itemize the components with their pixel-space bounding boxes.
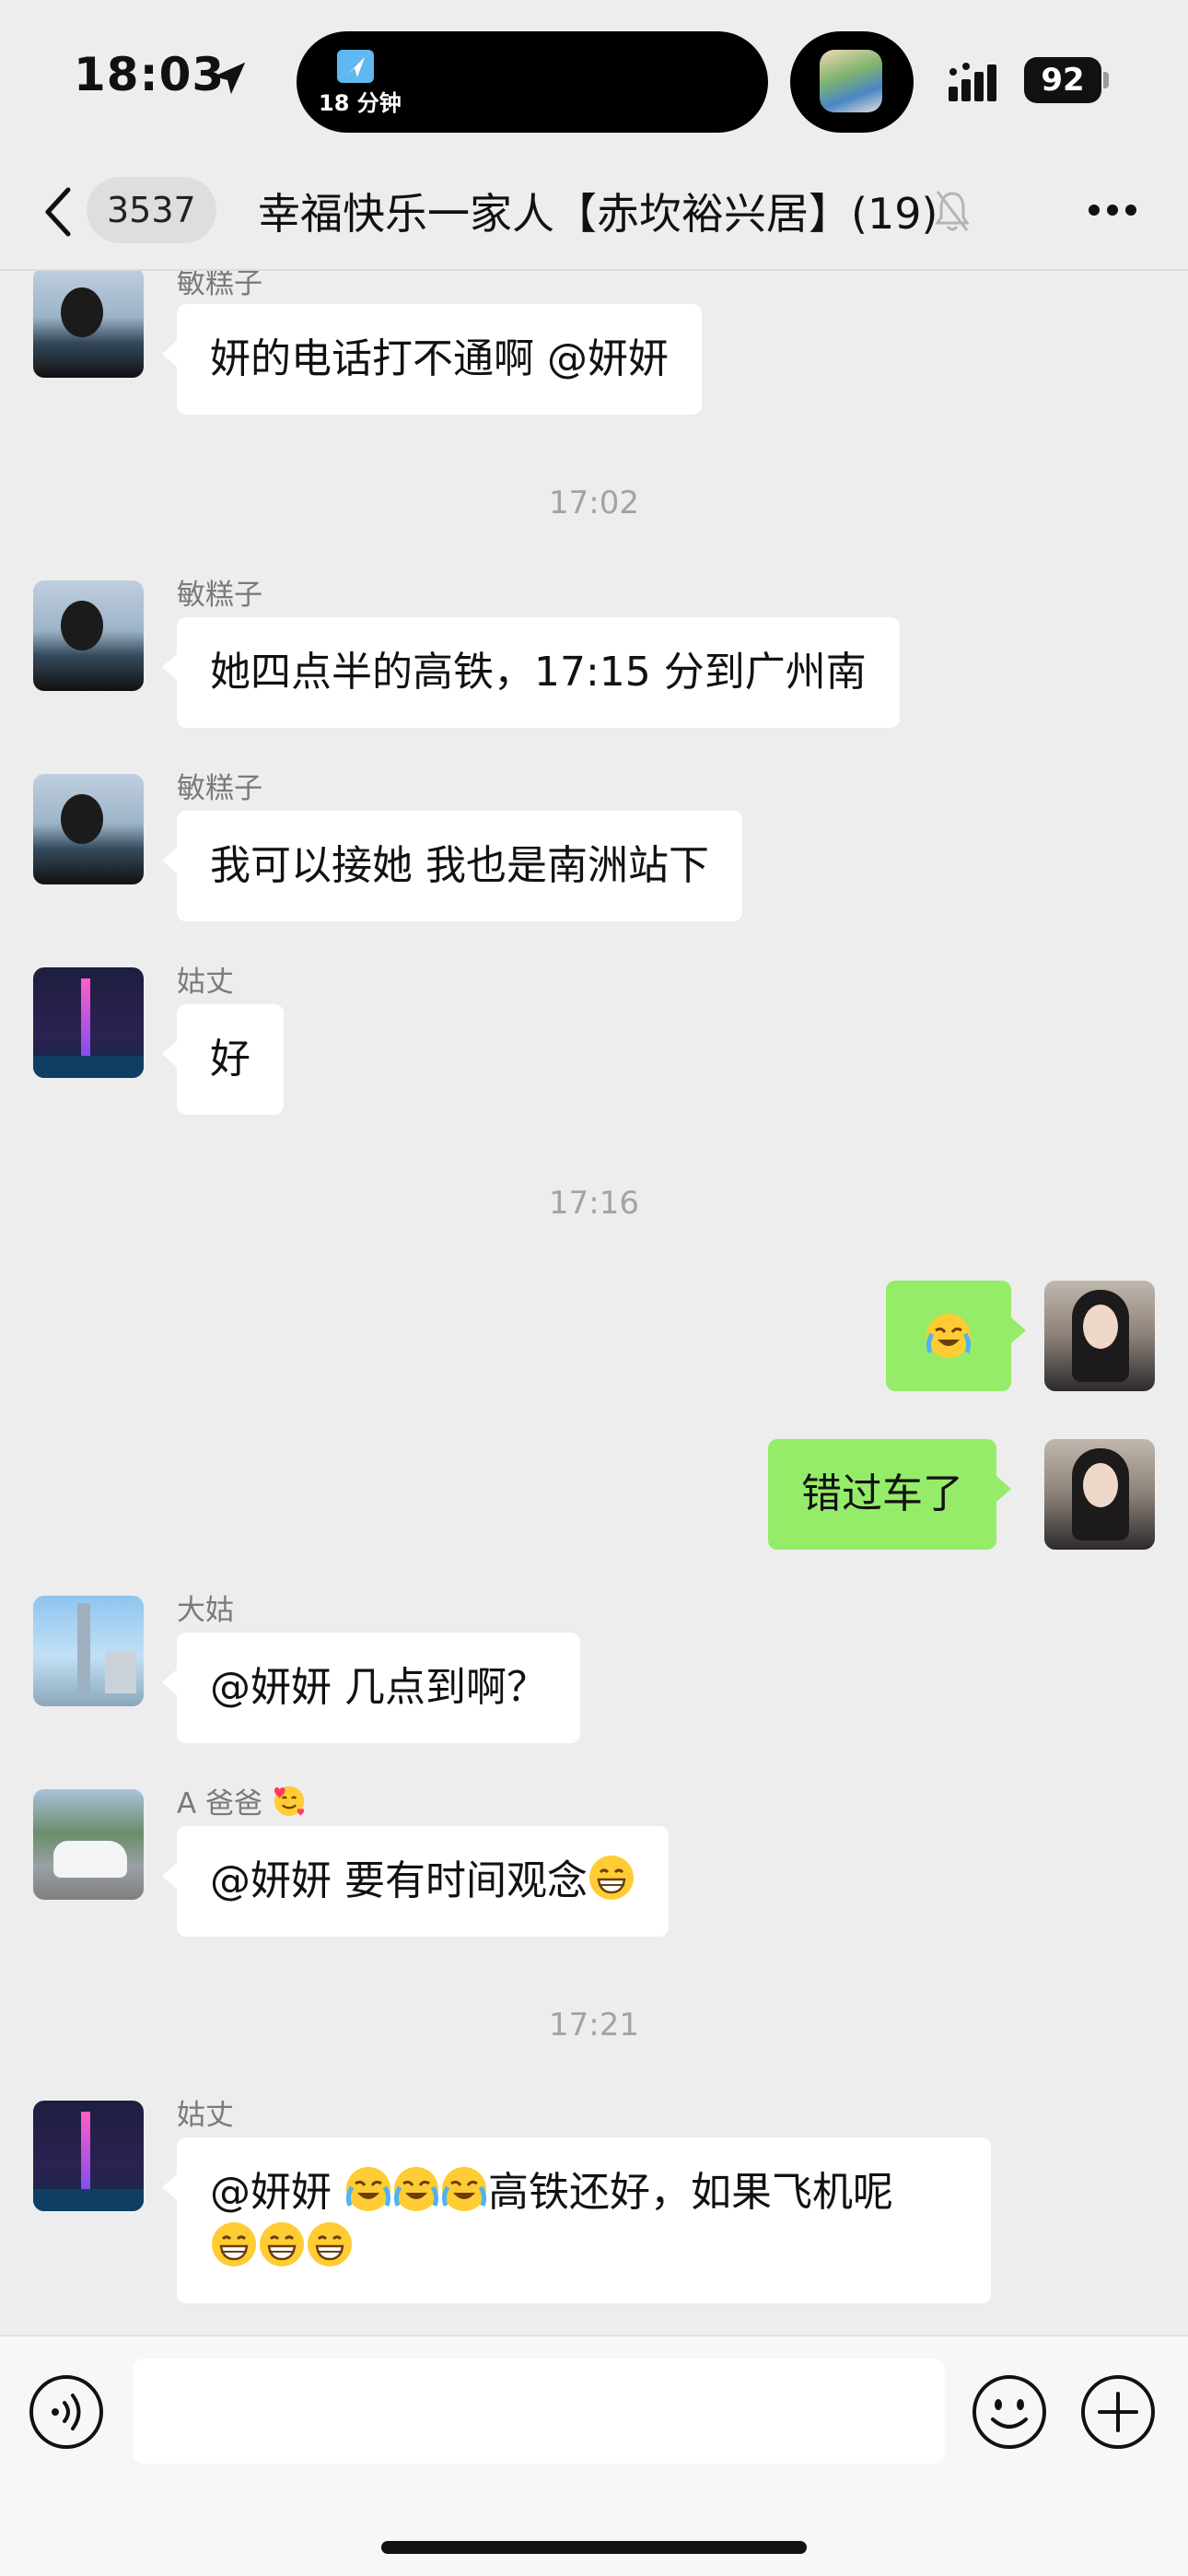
back-chevron-icon[interactable] (41, 184, 74, 240)
sender-avatar[interactable] (33, 2101, 144, 2211)
more-options-icon[interactable] (1087, 203, 1138, 217)
grinning-face-icon (260, 2222, 304, 2266)
battery-indicator: 92 (1024, 57, 1101, 103)
grinning-face-icon (212, 2222, 256, 2266)
sender-name: 敏糕子 (177, 772, 262, 805)
location-arrow-icon (213, 62, 246, 95)
message-text: 高铁还好，如果飞机呢 (488, 2169, 893, 2216)
message-bubble[interactable]: 好 (162, 1004, 284, 1115)
dynamic-island-navigation[interactable]: 18 分钟 (297, 31, 768, 133)
loudly-crying-face-icon (441, 2167, 487, 2211)
loudly-crying-face-icon (345, 2167, 391, 2211)
voice-icon[interactable] (28, 2373, 105, 2451)
smiling-face-with-hearts-icon (274, 1786, 304, 1817)
message-bubble[interactable]: @妍妍 几点到啊？ (162, 1633, 580, 1743)
chat-header: 3537 幸福快乐一家人【赤坎裕兴居】(19) (0, 157, 1188, 271)
message-bubble[interactable]: 我可以接她 我也是南洲站下 (162, 811, 742, 921)
mention-text: @妍妍 (210, 2169, 332, 2216)
sender-avatar[interactable] (33, 967, 144, 1078)
message-text: @妍妍 要有时间观念 (210, 1857, 588, 1904)
grinning-face-icon (308, 2222, 352, 2266)
sender-name: 大姑 (177, 1594, 234, 1627)
message-bubble[interactable]: 错过车了 (768, 1439, 1011, 1550)
message-bubble[interactable]: @妍妍 要有时间观念 (162, 1826, 669, 1937)
message-timestamp: 17:02 (549, 485, 639, 521)
plus-icon[interactable] (1079, 2373, 1157, 2451)
map-navigation-icon (337, 50, 374, 83)
sender-name: 敏糕子 (177, 579, 262, 612)
self-avatar[interactable] (1044, 1439, 1155, 1550)
home-indicator[interactable] (381, 2541, 807, 2554)
sender-name: A 爸爸 (177, 1780, 307, 1821)
battery-cap (1103, 72, 1109, 88)
sender-avatar[interactable] (33, 1596, 144, 1706)
dynamic-island-app-thumbnail[interactable] (790, 31, 914, 133)
sender-name: 姑丈 (177, 966, 234, 999)
muted-bell-icon (935, 191, 970, 231)
sender-name: 敏糕子 (177, 271, 262, 300)
message-bubble[interactable]: @妍妍 高铁还好，如果飞机呢 (162, 2137, 991, 2303)
message-bubble[interactable]: 妍的电话打不通啊 @妍妍 (162, 304, 702, 415)
app-thumbnail-image (820, 50, 882, 112)
sender-name-text: A 爸爸 (177, 1787, 263, 1821)
cellular-signal-icon (949, 63, 996, 101)
grinning-face-icon (589, 1856, 634, 1900)
status-bar: 18:03 18 分钟 92 (0, 0, 1188, 157)
sender-avatar[interactable] (33, 580, 144, 691)
message-bubble[interactable] (886, 1281, 1026, 1391)
status-time: 18:03 (74, 48, 226, 101)
sender-avatar[interactable] (33, 271, 144, 378)
message-timestamp: 17:21 (549, 2007, 639, 2043)
loudly-crying-face-icon (393, 2167, 439, 2211)
group-chat-title: 幸福快乐一家人【赤坎裕兴居】(19) (258, 189, 938, 239)
loudly-crying-face-icon (926, 1314, 972, 1358)
self-avatar[interactable] (1044, 1281, 1155, 1391)
message-list[interactable]: 敏糕子 妍的电话打不通啊 @妍妍 17:02 敏糕子 她四点半的高铁，17:15… (0, 271, 1188, 2335)
message-bubble[interactable]: 她四点半的高铁，17:15 分到广州南 (162, 617, 900, 728)
message-timestamp: 17:16 (549, 1185, 639, 1222)
message-input[interactable] (133, 2359, 945, 2464)
unread-count-badge[interactable]: 3537 (87, 177, 216, 243)
sender-avatar[interactable] (33, 774, 144, 884)
sender-avatar[interactable] (33, 1789, 144, 1900)
emoji-icon[interactable] (971, 2373, 1048, 2451)
sender-name: 姑丈 (177, 2099, 234, 2132)
chat-input-bar (0, 2335, 1188, 2576)
navigation-eta-text: 18 分钟 (319, 90, 402, 116)
